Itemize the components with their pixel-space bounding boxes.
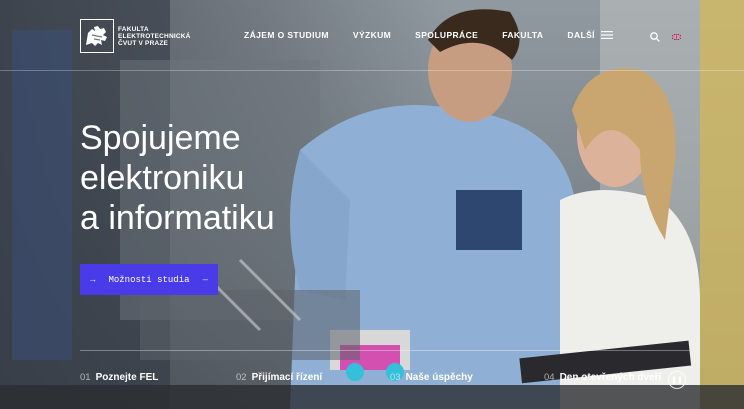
main-nav: ZÁJEM O STUDIUM VÝZKUM SPOLUPRÁCE FAKULT… (244, 30, 637, 40)
study-options-button[interactable]: → Možnosti studia — (80, 264, 218, 295)
nav-item-spoluprace[interactable]: SPOLUPRÁCE (415, 30, 478, 40)
nav-item-fakulta[interactable]: FAKULTA (502, 30, 543, 40)
brand-line-1: FAKULTA (118, 25, 149, 33)
study-options-label: Možnosti studia (108, 274, 190, 285)
headline-line-3: a informatiku (80, 199, 275, 237)
headline-line-2: elektroniku (80, 159, 245, 197)
tab-number: 01 (80, 372, 91, 383)
uk-flag-icon[interactable] (672, 34, 681, 40)
hero-tabs: 01 Poznejte FEL 02 Přijímací řízení 03 N… (80, 372, 700, 390)
hero-headline: Spojujeme elektroniku a informatiku (80, 118, 275, 238)
tab-label: Poznejte FEL (95, 372, 159, 383)
headline-line-1: Spojujeme (80, 119, 241, 157)
tab-number: 04 (544, 372, 555, 383)
pause-icon: ❚❚ (671, 377, 683, 384)
search-icon[interactable] (650, 32, 660, 42)
brand-line-3: ČVUT V PRAZE (118, 39, 169, 47)
hamburger-icon (600, 31, 613, 39)
tab-label: Den otevřených dveří (559, 372, 662, 383)
tab-den-otevrenych-dveri[interactable]: 04 Den otevřených dveří (544, 372, 661, 383)
nav-item-zajem-o-studium[interactable]: ZÁJEM O STUDIUM (244, 30, 329, 40)
lion-emblem-icon (80, 19, 114, 53)
tabs-divider (80, 350, 690, 351)
nav-item-dalsi-label: DALŠÍ (567, 30, 595, 40)
pause-button[interactable]: ❚❚ (668, 371, 686, 389)
faculty-name: FAKULTA ELEKTROTECHNICKÁ ČVUT V PRAZE (118, 26, 191, 47)
tab-label: Přijímací řízení (251, 372, 323, 383)
tab-prijimaci-rizeni[interactable]: 02 Přijímací řízení (236, 372, 322, 383)
tab-nase-uspechy[interactable]: 03 Naše úspěchy (390, 372, 473, 383)
brand-line-2: ELEKTROTECHNICKÁ (118, 32, 191, 40)
nav-item-dalsi[interactable]: DALŠÍ (567, 30, 613, 40)
tab-poznejte-fel[interactable]: 01 Poznejte FEL (80, 372, 158, 383)
nav-item-vyzkum[interactable]: VÝZKUM (353, 30, 391, 40)
tab-number: 02 (236, 372, 247, 383)
tab-number: 03 (390, 372, 401, 383)
site-header: FAKULTA ELEKTROTECHNICKÁ ČVUT V PRAZE ZÁ… (0, 0, 744, 71)
tab-label: Naše úspěchy (405, 372, 473, 383)
arrow-line-icon: — (202, 274, 208, 285)
faculty-logo[interactable]: FAKULTA ELEKTROTECHNICKÁ ČVUT V PRAZE (80, 19, 191, 53)
arrow-right-icon: → (90, 274, 96, 285)
